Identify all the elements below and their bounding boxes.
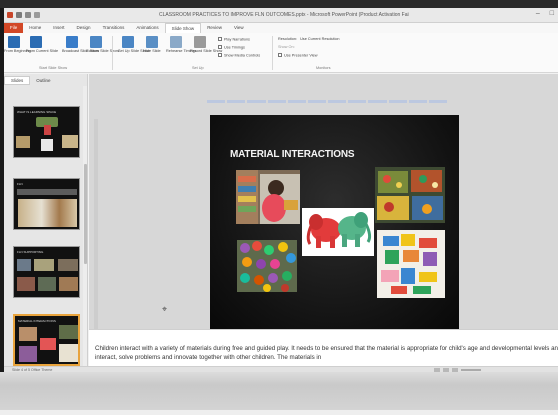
thumb-picture (41, 139, 53, 151)
scrollbar-thumb[interactable] (84, 164, 87, 264)
vertical-ruler (94, 119, 98, 329)
slide-canvas[interactable]: MATERIAL INTERACTIONS (210, 115, 459, 331)
show-media-controls-checkbox[interactable]: Show Media Controls (218, 53, 260, 58)
tab-insert[interactable]: Insert (47, 23, 70, 33)
broadcast-icon (66, 36, 78, 48)
tab-design[interactable]: Design (71, 23, 97, 33)
slide-thumbnail[interactable]: FLN SUPPORTING (13, 246, 80, 298)
tab-home[interactable]: Home (23, 23, 47, 33)
setup-slide-show-button[interactable]: Set Up Slide Show (118, 36, 150, 54)
thumb-picture (17, 277, 35, 291)
thumb-picture (18, 199, 77, 227)
from-beginning-button[interactable]: From Beginning (4, 36, 31, 54)
broadcast-button[interactable]: Broadcast Slide Show (62, 36, 99, 54)
tab-outline[interactable]: Outline (30, 78, 56, 83)
mouse-cursor-icon: ⌖ (162, 304, 168, 314)
normal-view-icon[interactable] (434, 367, 440, 372)
undo-icon[interactable] (25, 12, 31, 18)
powerpoint-window: CLASSROOM PRACTICES TO IMPROVE FLN OUTCO… (4, 8, 558, 372)
slides-pane-tabs: Slides Outline (4, 74, 87, 86)
monitor-bezel-top (0, 0, 558, 8)
rehearse-timings-button[interactable]: Rehearse Timings (166, 36, 197, 54)
thumb-picture (44, 125, 51, 135)
maximize-button[interactable]: □ (550, 10, 554, 17)
horizontal-ruler (207, 100, 448, 104)
thumb-picture (59, 325, 78, 339)
save-icon[interactable] (16, 12, 22, 18)
customize-qat-icon[interactable] (34, 12, 40, 18)
use-timings-checkbox[interactable]: Use Timings (218, 45, 245, 50)
play-current-icon (30, 36, 42, 48)
notes-pane[interactable]: Children interact with a variety of mate… (89, 329, 558, 366)
slide-thumbnail[interactable]: FLN (13, 178, 80, 230)
presenter-view-checkbox[interactable]: Use Presenter View (278, 53, 317, 58)
resolution-select[interactable]: Resolution: Use Current Resolution (278, 37, 340, 41)
tab-file[interactable]: File (4, 23, 24, 33)
slide-thumbnail-selected[interactable]: MATERIAL INTERACTIONS (13, 314, 80, 366)
thumb-caption (17, 189, 77, 195)
show-on-select[interactable]: Show On: (278, 45, 295, 49)
thumb-picture (16, 136, 30, 148)
thumb-picture (38, 277, 56, 291)
group-label-start: Start Slide Show (39, 66, 68, 70)
reading-view-icon[interactable] (452, 367, 458, 372)
play-narrations-checkbox[interactable]: Play Narrations (218, 37, 250, 42)
status-view-controls (434, 367, 481, 372)
hide-slide-icon (146, 36, 158, 48)
tab-review[interactable]: Review (201, 23, 228, 33)
tab-view[interactable]: View (228, 23, 250, 33)
ribbon-separator (112, 36, 113, 70)
photo-colorful-beads[interactable] (237, 240, 297, 292)
tab-transitions[interactable]: Transitions (97, 23, 131, 33)
rehearse-icon (170, 36, 182, 48)
notes-text[interactable]: Children interact with a variety of mate… (95, 344, 558, 362)
powerpoint-logo-icon (7, 12, 13, 18)
from-current-slide-button[interactable]: From Current Slide (26, 36, 58, 54)
custom-show-icon (90, 36, 102, 48)
hide-slide-button[interactable]: Hide Slide (142, 36, 162, 54)
zoom-slider[interactable] (461, 369, 481, 371)
thumb-picture (59, 277, 78, 291)
thumb-picture (62, 135, 78, 148)
window-title: CLASSROOM PRACTICES TO IMPROVE FLN OUTCO… (159, 12, 409, 18)
thumb-picture (19, 327, 37, 341)
play-from-start-icon (8, 36, 20, 48)
window-controls: – □ (536, 10, 554, 17)
monitor-bezel-bottom (0, 372, 558, 415)
custom-slide-show-button[interactable]: Custom Slide Show (86, 36, 119, 54)
ribbon: From Beginning From Current Slide Broadc… (4, 33, 558, 73)
thumb-picture (40, 338, 56, 350)
ribbon-tabs: File Home Insert Design Transitions Anim… (4, 23, 558, 33)
photo-child-at-shelf[interactable] (236, 170, 300, 224)
tab-slide-show[interactable]: Slide Show (164, 23, 202, 33)
record-slide-show-button[interactable]: Record Slide Show (190, 36, 222, 54)
slide-thumbnail[interactable]: WHAT IS LEARNING SPACE (13, 106, 80, 158)
monitor-stand-edge (0, 410, 558, 415)
slide-sorter-icon[interactable] (443, 367, 449, 372)
thumb-picture (17, 259, 31, 271)
ribbon-separator (272, 36, 273, 70)
group-label-setup: Set Up (192, 66, 204, 70)
group-label-monitors: Monitors (316, 66, 331, 70)
photo-building-blocks[interactable] (377, 230, 445, 298)
tab-slides[interactable]: Slides (4, 75, 31, 85)
quick-access-toolbar (7, 12, 40, 18)
status-slide-info: Slide 4 of 5 Office Theme (12, 367, 53, 372)
thumb-picture (19, 346, 37, 362)
record-icon (194, 36, 206, 48)
thumb-picture (34, 259, 54, 271)
thumb-picture (58, 259, 78, 271)
thumb-picture (59, 344, 78, 362)
setup-show-icon (122, 36, 134, 48)
minimize-button[interactable]: – (536, 10, 540, 17)
slide-title[interactable]: MATERIAL INTERACTIONS (230, 149, 355, 160)
title-bar: CLASSROOM PRACTICES TO IMPROVE FLN OUTCO… (4, 8, 558, 23)
slides-pane: Slides Outline WHAT IS LEARNING SPACE FL… (4, 74, 88, 366)
tab-animations[interactable]: Animations (130, 23, 164, 33)
photo-elephant-toys[interactable] (302, 208, 374, 256)
photo-toy-bins[interactable] (375, 167, 445, 223)
